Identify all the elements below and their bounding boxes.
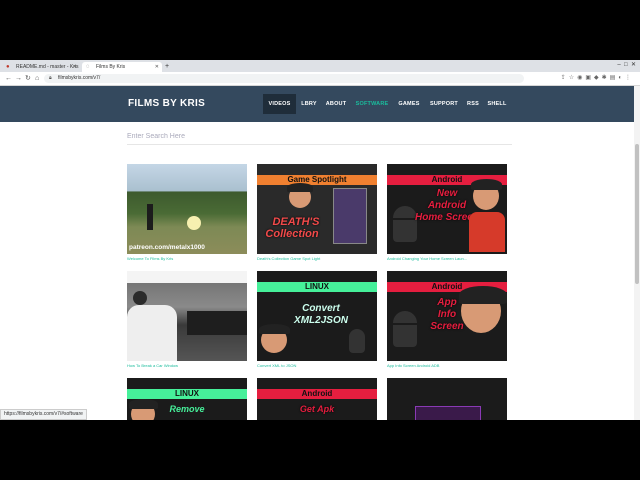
video-thumbnail[interactable]: LINUX Remove — [127, 378, 247, 420]
person-shirt — [469, 212, 505, 252]
home-icon[interactable]: ⌂ — [35, 73, 39, 84]
patreon-overlay: patreon.com/metalx1000 — [129, 244, 205, 251]
thumb-title: Get Apk — [299, 404, 335, 414]
video-thumbnail[interactable] — [387, 378, 507, 420]
thumb-banner: LINUX — [127, 389, 247, 399]
window-controls[interactable]: – □ ✕ — [617, 61, 636, 68]
video-title[interactable]: App Info Screen Android ADB — [387, 363, 439, 368]
person-figure — [147, 204, 153, 230]
site-header: FILMS BY KRIS VIDEOS LBRY ABOUT SOFTWARE… — [0, 86, 634, 122]
person-face — [459, 286, 507, 333]
tab-title: README.md - master - Kris — [16, 64, 79, 70]
video-title[interactable]: Death's Collection Game Spot Light — [257, 256, 320, 261]
thumb-title: DEATH'S — [272, 216, 320, 228]
nav-rss[interactable]: RSS — [464, 94, 482, 114]
person-face — [471, 179, 503, 210]
letterbox — [127, 271, 247, 283]
video-thumbnail[interactable]: LINUX Convert XML2JSON — [257, 271, 377, 361]
thumb-title: Remove — [169, 404, 205, 414]
search-input[interactable] — [127, 129, 512, 145]
thumb-subtitle: XML2JSON — [294, 315, 348, 326]
github-icon: ● — [6, 64, 10, 70]
extension-icons[interactable]: ⇪☆◉▣◆✱▤◐⋮ — [561, 74, 634, 83]
back-icon[interactable]: ← — [5, 73, 12, 84]
video-thumbnail[interactable]: Android Get Apk — [257, 378, 377, 420]
video-thumbnail[interactable]: Game Spotlight DEATH'S Collection — [257, 164, 377, 254]
video-title[interactable]: How To Break a Car Window — [127, 363, 178, 368]
lock-icon: 🔒︎ — [49, 75, 52, 81]
browser-toolbar: ← → ↻ ⌂ 🔒︎ filmsbykris.com/v7/ ⇪☆◉▣◆✱▤◐⋮ — [0, 72, 640, 86]
forward-icon[interactable]: → — [15, 73, 22, 84]
linux-penguin-icon — [349, 329, 365, 353]
close-icon[interactable]: ✕ — [155, 62, 159, 72]
video-thumbnail[interactable]: Android App Info Screen — [387, 271, 507, 361]
nav-videos[interactable]: VIDEOS — [263, 94, 296, 114]
browser-window: ● README.md - master - Kris ✕ ◌ Films By… — [0, 60, 640, 420]
page-scrollbar[interactable] — [634, 86, 640, 420]
website: FILMS BY KRIS VIDEOS LBRY ABOUT SOFTWARE… — [0, 86, 634, 420]
thumb-subtitle: Collection — [265, 228, 319, 240]
thumb-title: Convert — [302, 303, 340, 314]
tab-readme[interactable]: ● README.md - master - Kris ✕ — [2, 62, 80, 72]
video-thumbnail[interactable]: Android New Android Home Screen — [387, 164, 507, 254]
video-title[interactable]: Convert XML to JSON — [257, 363, 296, 368]
arcade-cabinet — [333, 188, 367, 244]
tab-films-by-kris[interactable]: ◌ Films By Kris ✕ — [82, 62, 162, 72]
video-title[interactable]: Welcome To Films By Kris — [127, 256, 173, 261]
person-head — [133, 291, 147, 305]
nav-about[interactable]: ABOUT — [322, 94, 350, 114]
reload-icon[interactable]: ↻ — [25, 73, 31, 84]
address-bar[interactable]: 🔒︎ filmsbykris.com/v7/ — [44, 74, 524, 83]
thumb-banner: Android — [257, 389, 377, 399]
scrollbar-thumb[interactable] — [635, 144, 639, 284]
thumb-banner: Game Spotlight — [257, 175, 377, 185]
tab-title: Films By Kris — [96, 64, 126, 70]
nav-shell[interactable]: SHELL — [484, 94, 510, 114]
person-face — [129, 399, 158, 420]
globe-icon: ◌ — [86, 64, 90, 70]
status-bar-url: https://filmsbykris.com/v7/#software — [0, 409, 87, 420]
nav-lbry[interactable]: LBRY — [297, 94, 321, 114]
person-face — [287, 183, 314, 208]
thumb-banner: LINUX — [257, 282, 377, 292]
new-tab-button[interactable]: + — [165, 62, 169, 72]
person-shirt — [127, 305, 177, 361]
nav-support[interactable]: SUPPORT — [425, 94, 463, 114]
explosion-flash — [187, 216, 201, 230]
thumb-graphic — [415, 406, 481, 420]
video-title[interactable]: Android Changing Your Home Screen Laun..… — [387, 256, 467, 261]
site-brand[interactable]: FILMS BY KRIS — [128, 86, 205, 122]
person-face — [259, 324, 291, 353]
close-icon[interactable]: ✕ — [73, 62, 77, 72]
tab-strip: ● README.md - master - Kris ✕ ◌ Films By… — [0, 60, 640, 72]
nav-games[interactable]: GAMES — [394, 94, 424, 114]
video-thumbnail[interactable]: patreon.com/metalx1000 — [127, 164, 247, 254]
video-thumbnail[interactable] — [127, 271, 247, 361]
nav-software[interactable]: SOFTWARE — [351, 94, 393, 114]
car-body — [187, 311, 247, 335]
url-text: filmsbykris.com/v7/ — [58, 75, 101, 81]
